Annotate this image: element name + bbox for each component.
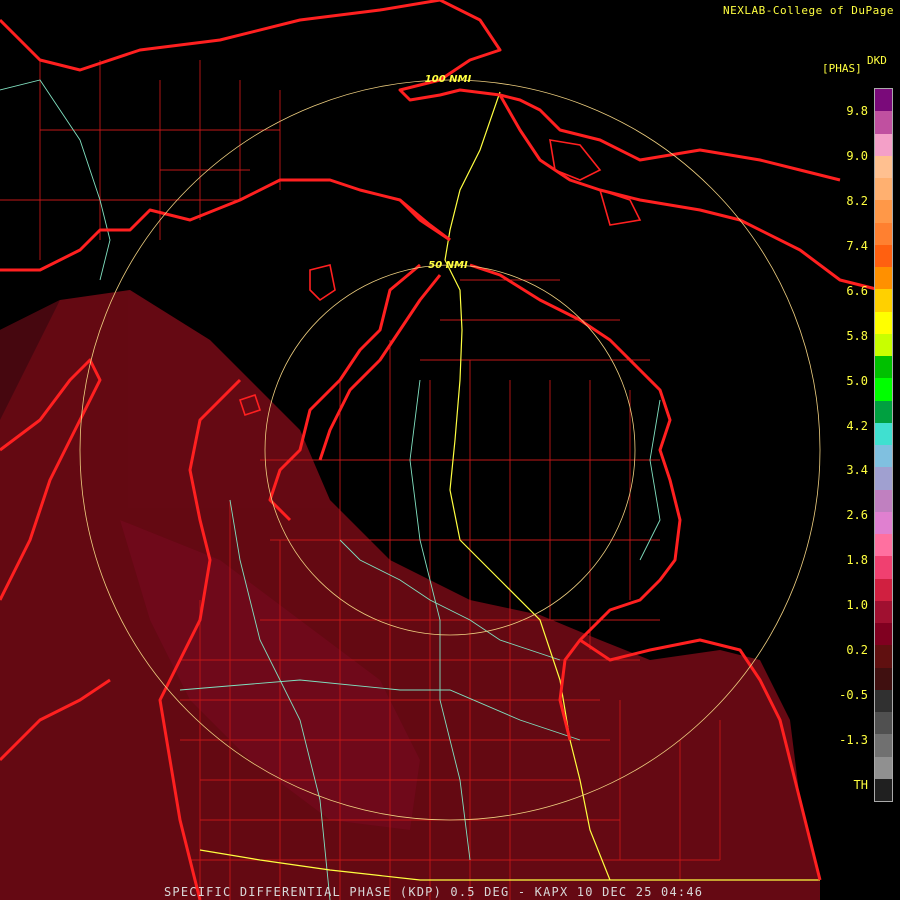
legend-swatch [875,511,892,534]
legend-swatch [875,244,892,267]
legend-tick-label: 8.2 [846,193,868,208]
legend-swatch [875,578,892,601]
legend-tick-label: 6.6 [846,283,868,298]
legend-swatch [875,489,892,512]
legend-tick-label: 7.4 [846,238,868,253]
legend-tick-label: 3.4 [846,463,868,478]
legend-tick-label: 5.0 [846,373,868,388]
legend-swatch [875,756,892,779]
legend-tick-label: 9.8 [846,104,868,118]
legend-swatch [875,534,892,557]
product-description: SPECIFIC DIFFERENTIAL PHASE (KDP) 0.5 DE… [164,885,704,899]
legend-swatch [875,422,892,445]
radar-map: 100 NMI 50 NMI [0,0,881,900]
legend-swatch [875,178,892,201]
legend-tick-label: -1.3 [839,733,868,748]
legend-swatch [875,133,892,156]
credit-label: NEXLAB-College of DuPage [723,4,894,17]
legend-tick-label: 1.0 [846,598,868,613]
legend-swatch [875,556,892,579]
legend-swatch [875,89,892,112]
range-ring-label-50: 50 NMI [428,260,468,271]
legend-swatch [875,623,892,646]
legend-tick-label: 9.0 [846,148,868,163]
color-legend-bar [874,88,893,802]
legend-tick-label: 1.8 [846,553,868,568]
legend-swatch [875,155,892,178]
legend-swatch [875,667,892,690]
legend-tick-label: 5.8 [846,328,868,343]
legend-tick-label: 0.2 [846,643,868,658]
echo-field [0,290,820,900]
range-ring-label-100: 100 NMI [425,74,472,85]
legend-swatch [875,378,892,401]
legend-swatch [875,467,892,490]
legend-swatch [875,712,892,735]
legend-swatch [875,356,892,379]
legend-code: DKD [867,54,887,67]
legend-swatch [875,400,892,423]
legend-swatch [875,222,892,245]
legend-swatch [875,200,892,223]
legend-tick-label: 2.6 [846,508,868,523]
legend-tick-label: -0.5 [839,688,868,703]
legend-swatch [875,734,892,757]
legend-tick-label: 4.2 [846,418,868,433]
legend-swatch [875,111,892,134]
legend-tick-label: TH [853,778,868,792]
legend-swatch [875,311,892,334]
legend-swatch [875,778,892,801]
legend-unit: [PHAS] [822,62,862,75]
legend-swatch [875,689,892,712]
legend-swatch [875,600,892,623]
legend-swatch [875,289,892,312]
legend-swatch [875,445,892,468]
legend-swatch [875,267,892,290]
legend-swatch [875,645,892,668]
legend-swatch [875,333,892,356]
